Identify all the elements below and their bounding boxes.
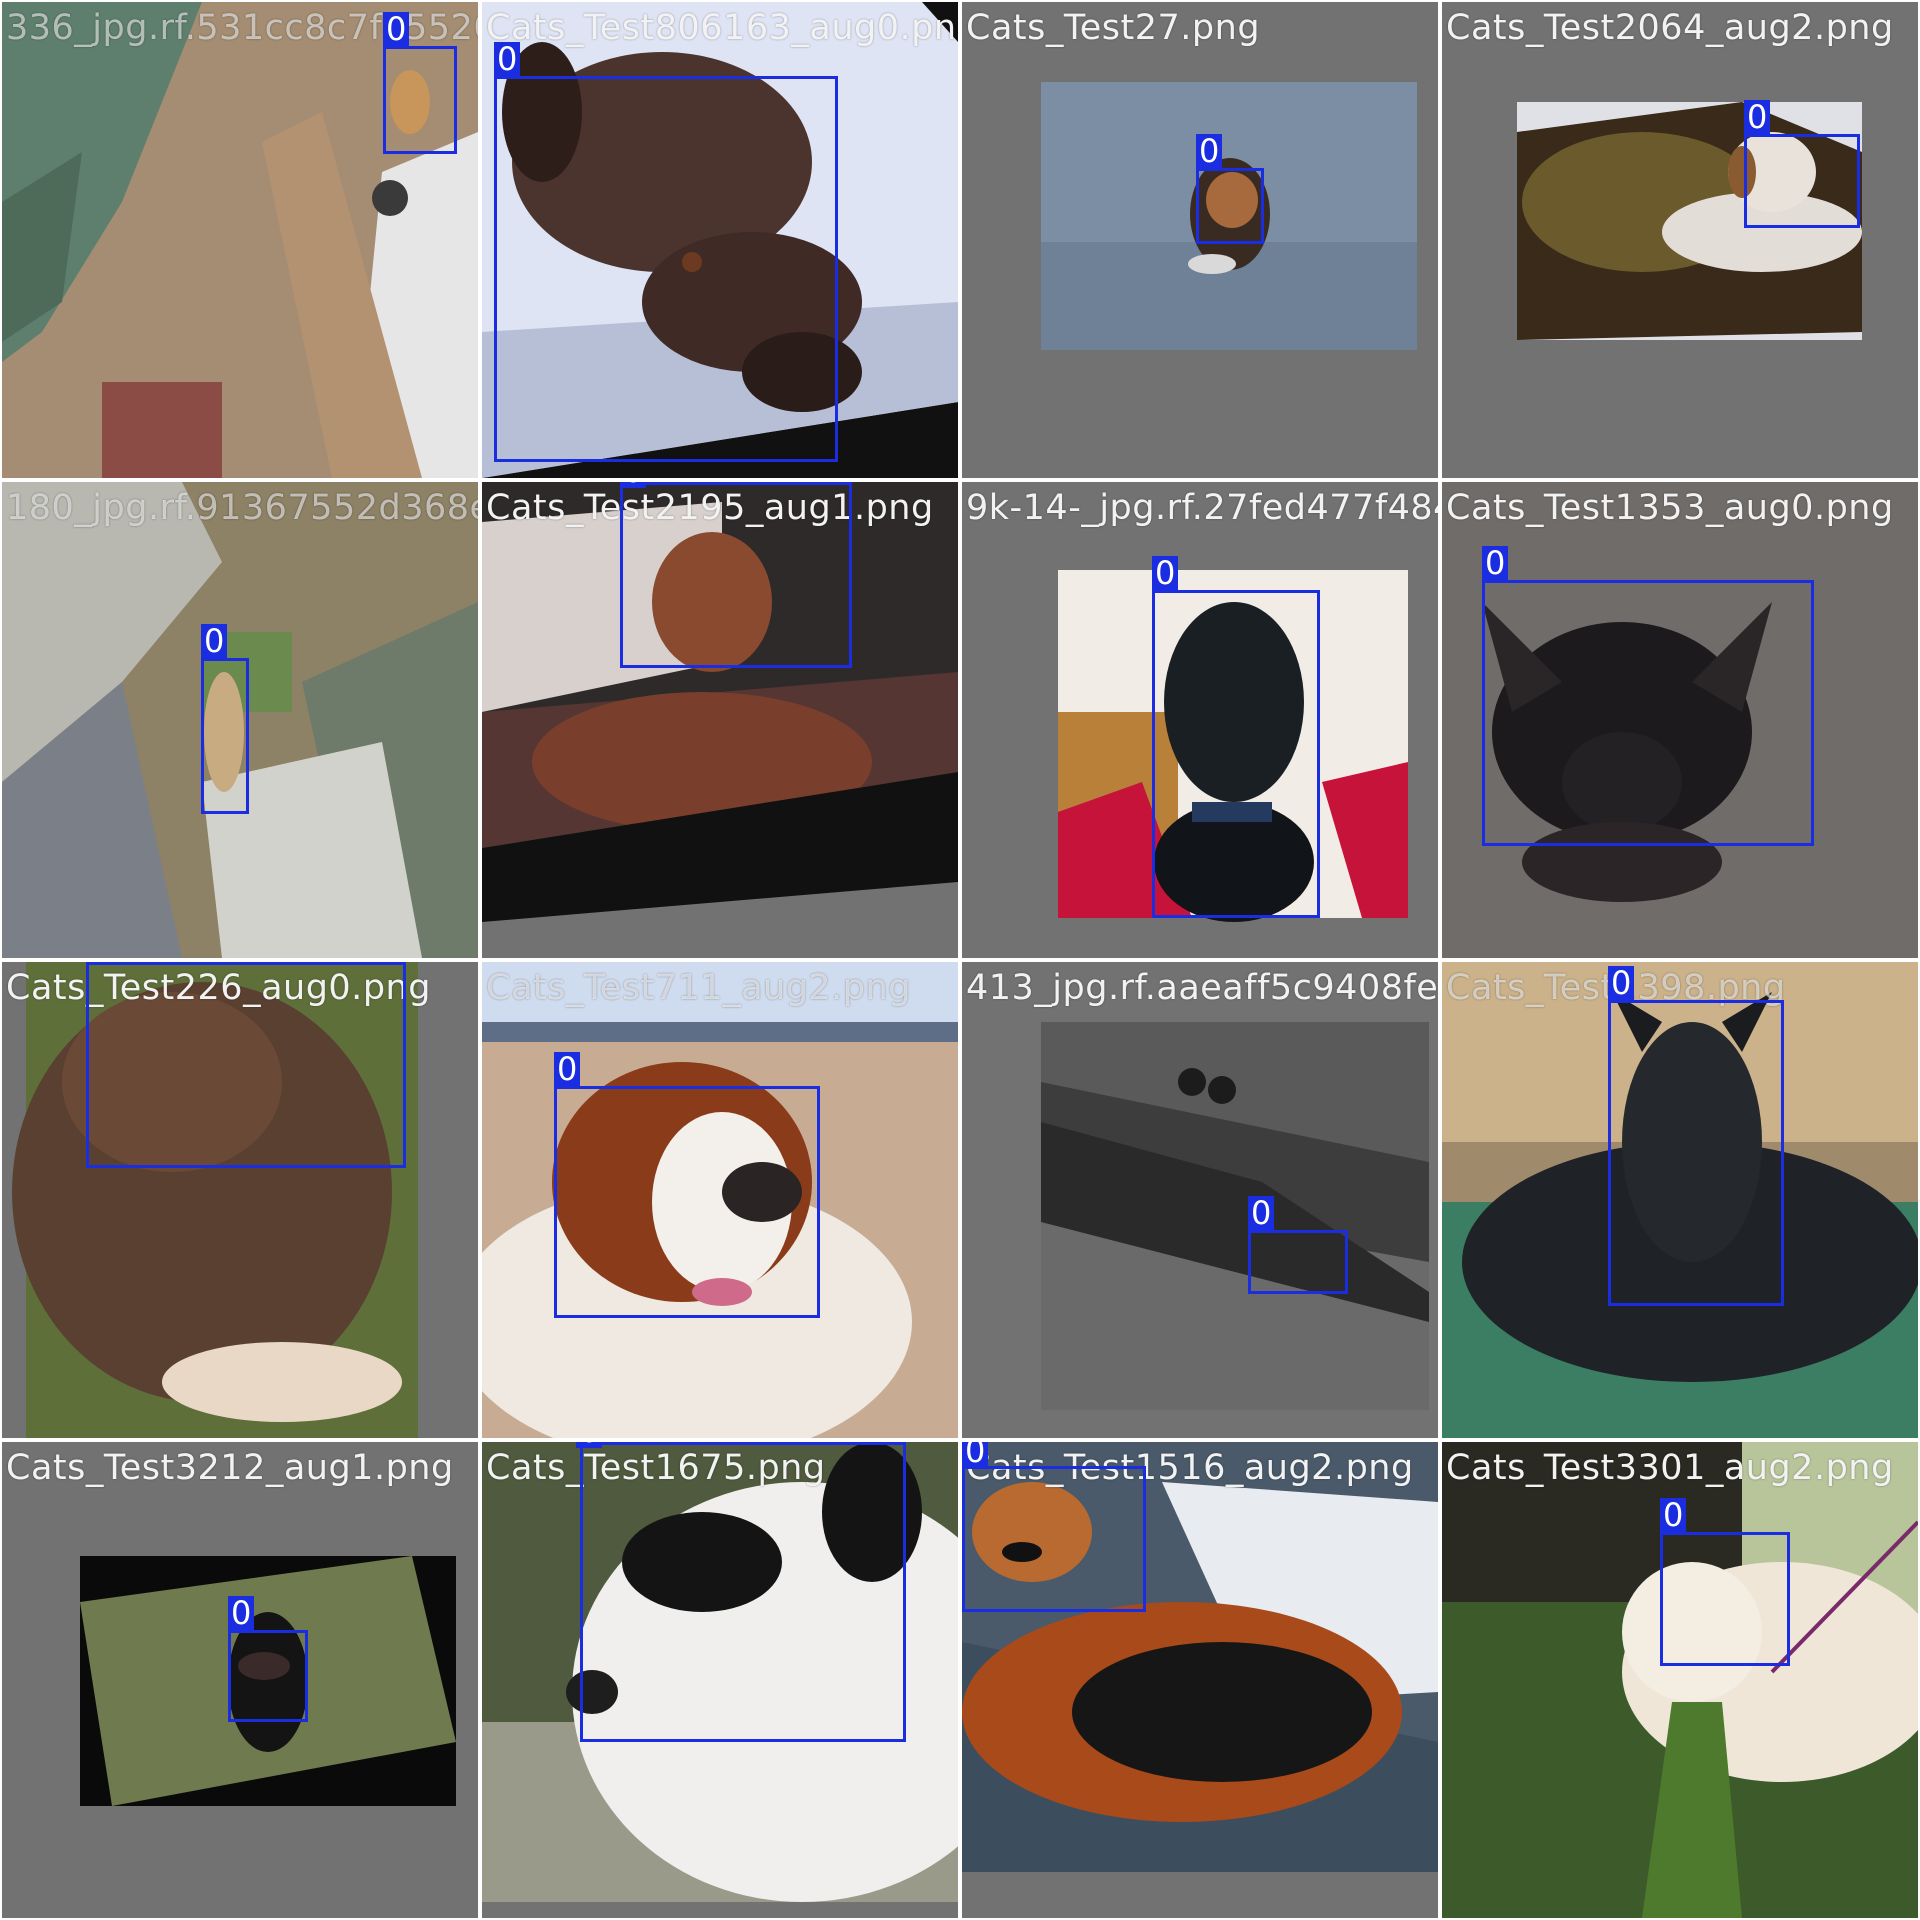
detection-box bbox=[86, 962, 406, 1168]
detection-box bbox=[620, 482, 852, 668]
detection-box bbox=[1482, 580, 1814, 846]
class-label: 0 bbox=[620, 482, 647, 488]
image-tile: Cats_Test1353_aug0.png 0 bbox=[1442, 482, 1918, 958]
detection-box bbox=[1196, 168, 1264, 244]
image-tile: Cats_Test27.png 0 bbox=[962, 2, 1438, 478]
detection-box bbox=[228, 1630, 308, 1722]
detection-box bbox=[1660, 1532, 1790, 1666]
class-label: 0 bbox=[576, 1442, 603, 1448]
detection-box bbox=[201, 658, 249, 814]
detection-box bbox=[1608, 1000, 1784, 1306]
image-tile: 413_jpg.rf.aaeaff5c9408fe9a 0 bbox=[962, 962, 1438, 1438]
image-tile: Cats_Test806163_aug0.png 0 bbox=[482, 2, 958, 478]
image-tile: Cats_Test2195_aug1.png 0 bbox=[482, 482, 958, 958]
detection-box bbox=[383, 46, 457, 154]
detection-box bbox=[494, 76, 838, 462]
detection-box bbox=[580, 1442, 906, 1742]
class-label: 0 bbox=[1482, 546, 1509, 580]
class-label: 0 bbox=[554, 1052, 581, 1086]
class-label: 0 bbox=[1248, 1196, 1275, 1230]
detection-box bbox=[962, 1466, 1146, 1612]
detection-mosaic: 336_jpg.rf.531cc8c7f45520 0 Cats_Test806… bbox=[0, 0, 1920, 1920]
detection-box bbox=[554, 1086, 820, 1318]
class-label: 0 bbox=[201, 624, 228, 658]
class-label: 0 bbox=[1152, 556, 1179, 590]
image-tile: Cats_Test3212_aug1.png 0 bbox=[2, 1442, 478, 1918]
image-tile: 180_jpg.rf.91367552d368e34 0 bbox=[2, 482, 478, 958]
class-label: 0 bbox=[1744, 100, 1771, 134]
detection-box bbox=[1152, 590, 1320, 918]
image-tile: Cats_Test3301_aug2.png 0 bbox=[1442, 1442, 1918, 1918]
class-label: 0 bbox=[1608, 966, 1635, 1000]
image-tile: Cats_Test226_aug0.png 0 bbox=[2, 962, 478, 1438]
image-tile: Cats_Test1516_aug2.png 0 bbox=[962, 1442, 1438, 1918]
image-tile: Cats_Test711_aug2.png 0 bbox=[482, 962, 958, 1438]
photo-dog-on-chair bbox=[1442, 2, 1918, 478]
class-label: 0 bbox=[228, 1596, 255, 1630]
detection-box bbox=[1744, 134, 1860, 228]
class-label: 0 bbox=[383, 12, 410, 46]
image-tile: Cats_Test1398.png 0 bbox=[1442, 962, 1918, 1438]
image-tile: Cats_Test2064_aug2.png 0 bbox=[1442, 2, 1918, 478]
detection-box bbox=[1248, 1230, 1348, 1294]
class-label: 0 bbox=[1660, 1498, 1687, 1532]
class-label: 0 bbox=[962, 1442, 989, 1468]
image-tile: 9k-14-_jpg.rf.27fed477f4845 0 bbox=[962, 482, 1438, 958]
class-label: 0 bbox=[1196, 134, 1223, 168]
image-tile: Cats_Test1675.png 0 bbox=[482, 1442, 958, 1918]
photo-grayscale-rooftop bbox=[962, 962, 1438, 1438]
image-tile: 336_jpg.rf.531cc8c7f45520 0 bbox=[2, 2, 478, 478]
class-label: 0 bbox=[494, 42, 521, 76]
